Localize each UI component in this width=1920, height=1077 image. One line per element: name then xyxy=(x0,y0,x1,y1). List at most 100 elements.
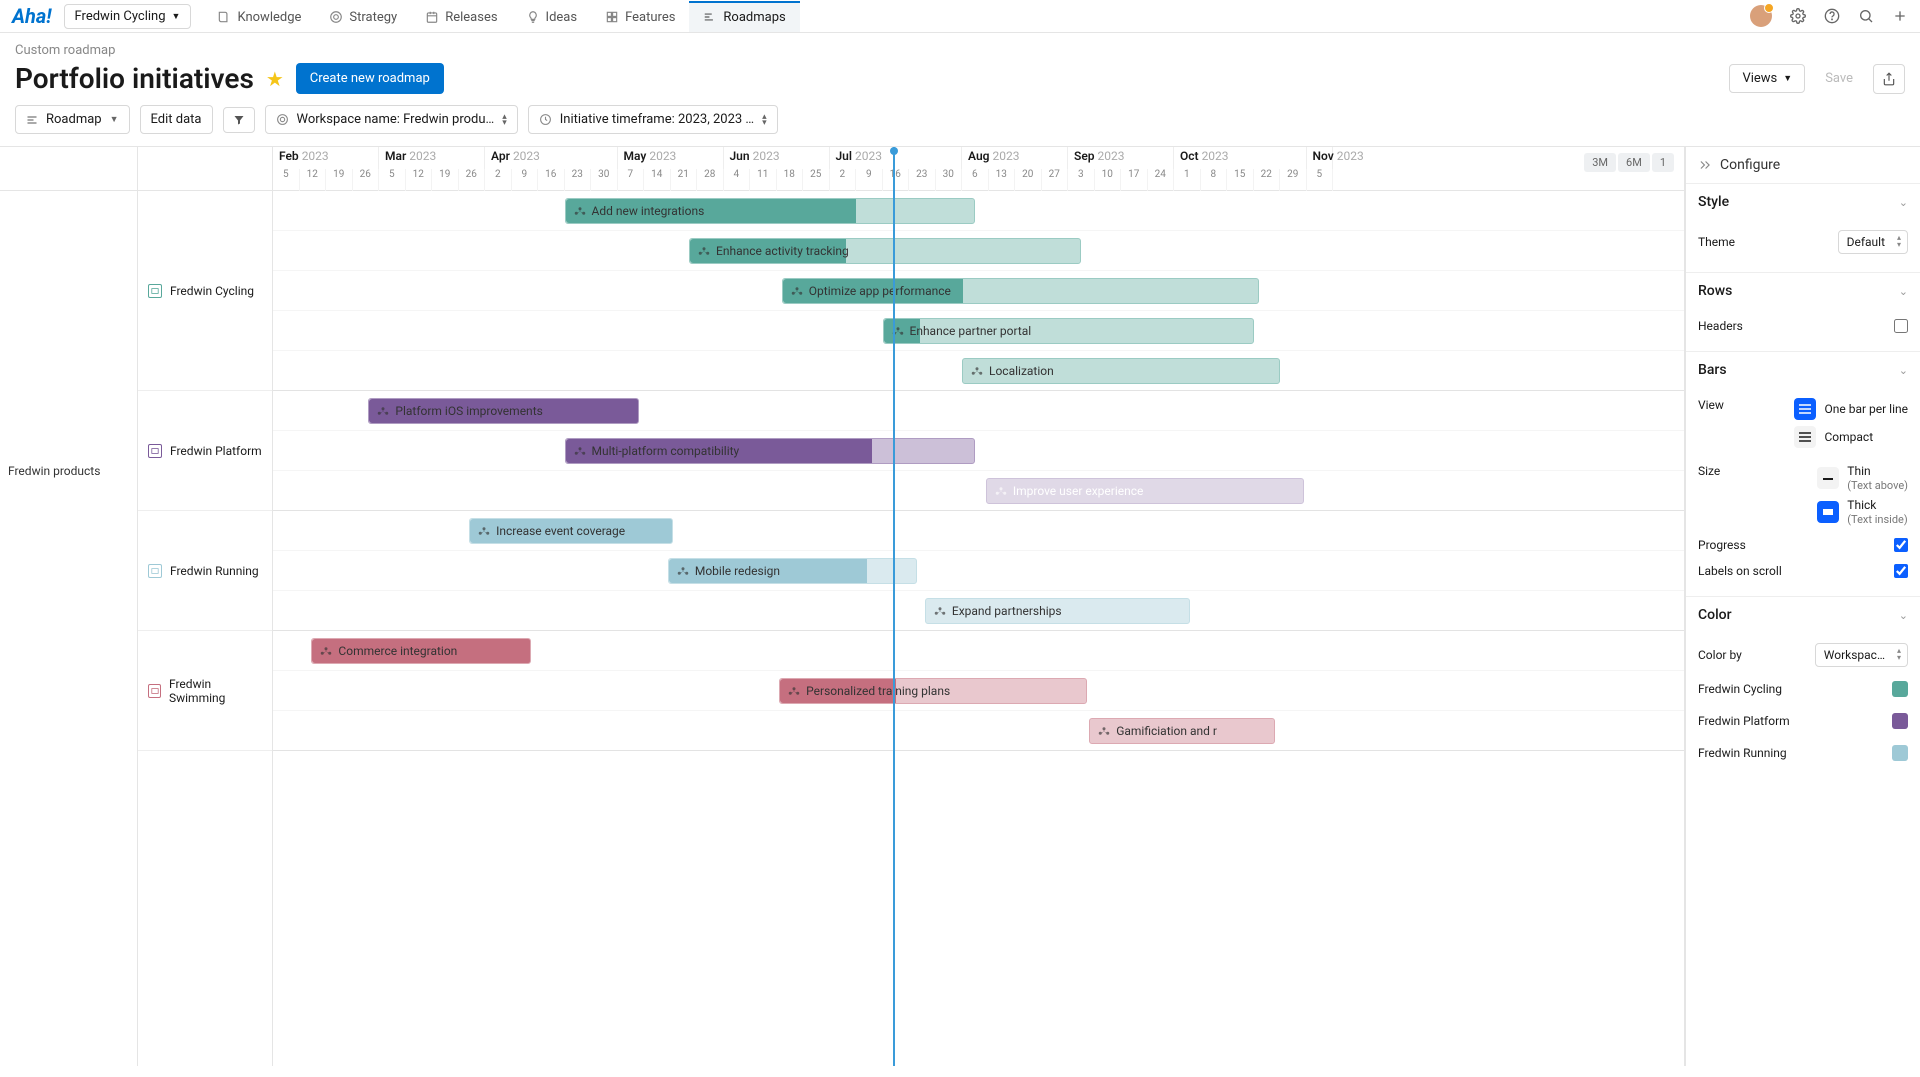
color-legend-row[interactable]: Fredwin Cycling xyxy=(1698,673,1908,705)
theme-label: Theme xyxy=(1698,235,1735,249)
roadmap-dropdown[interactable]: Roadmap▼ xyxy=(15,105,130,134)
nav-knowledge[interactable]: Knowledge xyxy=(203,1,315,32)
gantt-bar[interactable]: Platform iOS improvements xyxy=(368,398,638,424)
color-legend-row[interactable]: Fredwin Platform xyxy=(1698,705,1908,737)
month-header: Nov2023 xyxy=(1307,147,1334,169)
target-icon xyxy=(276,113,289,126)
row-header[interactable]: Fredwin Running xyxy=(138,511,272,631)
gantt-bar[interactable]: Add new integrations xyxy=(565,198,976,224)
week-tick: 21 xyxy=(671,169,698,191)
views-dropdown[interactable]: Views▼ xyxy=(1729,64,1805,93)
week-tick: 19 xyxy=(326,169,353,191)
month-header: Apr2023 xyxy=(485,147,618,169)
grid-icon xyxy=(605,10,619,24)
style-section-header[interactable]: Style⌄ xyxy=(1686,184,1920,220)
week-tick: 9 xyxy=(856,169,883,191)
logo[interactable]: Aha! xyxy=(12,4,52,28)
gantt-bar[interactable]: Expand partnerships xyxy=(925,598,1190,624)
gantt-lane: Platform iOS improvements xyxy=(273,391,1684,431)
row-header[interactable]: Fredwin Platform xyxy=(138,391,272,511)
rows-section-header[interactable]: Rows⌄ xyxy=(1686,273,1920,309)
filter-button[interactable] xyxy=(223,107,255,133)
share-button[interactable] xyxy=(1873,64,1905,94)
week-tick: 16 xyxy=(538,169,565,191)
avatar[interactable] xyxy=(1750,5,1772,27)
save-button[interactable]: Save xyxy=(1815,65,1863,92)
week-tick: 16 xyxy=(883,169,910,191)
gantt-bar[interactable]: Optimize app performance xyxy=(782,278,1259,304)
parent-group: Fredwin products xyxy=(0,191,137,751)
color-swatch[interactable] xyxy=(1892,745,1908,761)
labels-scroll-checkbox[interactable] xyxy=(1894,564,1908,578)
gantt-bar[interactable]: Personalized training plans xyxy=(779,678,1086,704)
collapse-icon xyxy=(1698,158,1712,172)
main-content: 3M 6M 1 Fredwin products Fredwin Cycling… xyxy=(0,147,1920,1066)
size-option[interactable]: AThick(Text inside) xyxy=(1817,498,1908,526)
nav-releases[interactable]: Releases xyxy=(411,1,511,32)
initiative-icon xyxy=(1098,726,1110,736)
gantt-bar[interactable]: Enhance activity tracking xyxy=(689,238,1081,264)
size-option[interactable]: Thin(Text above) xyxy=(1817,464,1908,492)
color-legend-row[interactable]: Fredwin Running xyxy=(1698,737,1908,769)
color-swatch[interactable] xyxy=(1892,681,1908,697)
initiative-icon xyxy=(574,446,586,456)
nav-ideas[interactable]: Ideas xyxy=(512,1,592,32)
color-by-select[interactable]: Workspac…▴▾ xyxy=(1815,643,1908,667)
create-roadmap-button[interactable]: Create new roadmap xyxy=(296,63,444,94)
gantt-bar[interactable]: Commerce integration xyxy=(311,638,531,664)
gantt-bar[interactable]: Gamificiation and r xyxy=(1089,718,1275,744)
add-icon[interactable] xyxy=(1892,8,1908,24)
help-icon[interactable] xyxy=(1824,8,1840,24)
search-icon[interactable] xyxy=(1858,8,1874,24)
zoom-1y[interactable]: 1 xyxy=(1652,153,1674,172)
gantt-bar[interactable]: Localization xyxy=(962,358,1280,384)
svg-text:A: A xyxy=(1826,509,1830,516)
zoom-3m[interactable]: 3M xyxy=(1584,153,1616,172)
initiative-icon xyxy=(971,366,983,376)
nav-roadmaps[interactable]: Roadmaps xyxy=(689,1,799,32)
favorite-star-icon[interactable]: ★ xyxy=(266,67,284,91)
page-title: Portfolio initiatives xyxy=(15,62,254,95)
gantt-bar[interactable]: Improve user experience xyxy=(986,478,1304,504)
row-header[interactable]: Fredwin Swimming xyxy=(138,631,272,751)
initiative-icon xyxy=(788,686,800,696)
progress-checkbox[interactable] xyxy=(1894,538,1908,552)
nav-features[interactable]: Features xyxy=(591,1,689,32)
gantt-bar[interactable]: Enhance partner portal xyxy=(883,318,1254,344)
color-section-header[interactable]: Color⌄ xyxy=(1686,597,1920,633)
chevron-down-icon: ⌄ xyxy=(1899,196,1908,209)
gantt-bar[interactable]: Mobile redesign xyxy=(668,558,917,584)
gear-icon[interactable] xyxy=(1790,8,1806,24)
gantt-lane: Gamificiation and r xyxy=(273,711,1684,751)
gantt-lane: Improve user experience xyxy=(273,471,1684,511)
edit-data-button[interactable]: Edit data xyxy=(140,105,213,134)
bars-section-header[interactable]: Bars⌄ xyxy=(1686,352,1920,388)
timeline[interactable]: Feb2023Mar2023Apr2023May2023Jun2023Jul20… xyxy=(273,147,1684,1066)
zoom-6m[interactable]: 6M xyxy=(1618,153,1650,172)
month-header: Aug2023 xyxy=(962,147,1068,169)
theme-select[interactable]: Default▴▾ xyxy=(1838,230,1908,254)
timeframe-filter[interactable]: Initiative timeframe: 2023, 2023 … ▴▾ xyxy=(528,105,778,134)
nav-strategy[interactable]: Strategy xyxy=(315,1,411,32)
gantt-bar[interactable]: Increase event coverage xyxy=(469,518,673,544)
gantt-lane: Localization xyxy=(273,351,1684,391)
color-swatch[interactable] xyxy=(1892,713,1908,729)
view-option[interactable]: Compact xyxy=(1794,426,1908,448)
gantt-lane: Optimize app performance xyxy=(273,271,1684,311)
configure-header[interactable]: Configure xyxy=(1686,147,1920,183)
initiative-icon xyxy=(320,646,332,656)
week-tick: 23 xyxy=(565,169,592,191)
week-tick: 18 xyxy=(777,169,804,191)
workspace-switcher[interactable]: Fredwin Cycling ▼ xyxy=(64,4,192,29)
week-tick: 14 xyxy=(644,169,671,191)
week-tick: 15 xyxy=(1227,169,1254,191)
headers-label: Headers xyxy=(1698,319,1743,333)
month-header: May2023 xyxy=(618,147,724,169)
view-option[interactable]: One bar per line xyxy=(1794,398,1908,420)
workspace-name: Fredwin Cycling xyxy=(75,9,166,24)
workspace-filter[interactable]: Workspace name: Fredwin produ… ▴▾ xyxy=(265,105,518,134)
row-header[interactable]: Fredwin Cycling xyxy=(138,191,272,391)
headers-checkbox[interactable] xyxy=(1894,319,1908,333)
caret-down-icon: ▼ xyxy=(1783,73,1792,84)
gantt-bar[interactable]: Multi-platform compatibility xyxy=(565,438,976,464)
